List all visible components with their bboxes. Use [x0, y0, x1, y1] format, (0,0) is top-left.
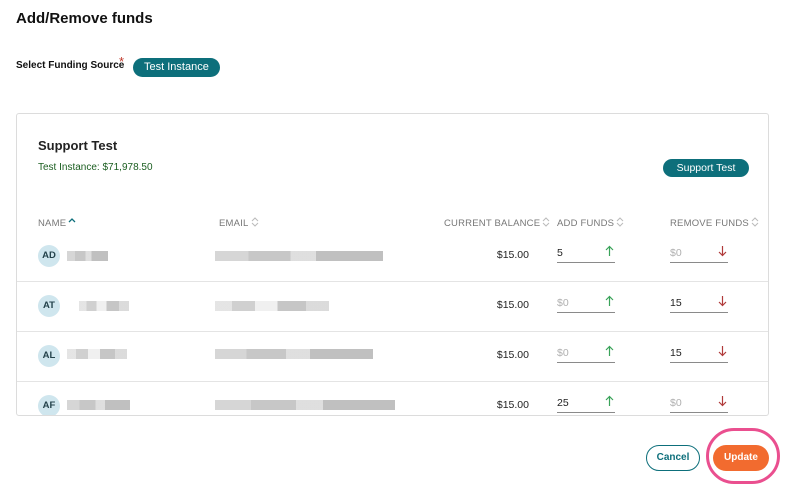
card-badge: Support Test	[663, 159, 749, 177]
remove-funds-value: $0	[670, 397, 682, 409]
avatar: AL	[38, 345, 60, 367]
current-balance: $15.00	[496, 399, 529, 411]
add-funds-value: 25	[557, 397, 569, 409]
avatar: AD	[38, 245, 60, 267]
header-balance[interactable]: CURRENT BALANCE	[444, 217, 550, 229]
header-add-label: ADD FUNDS	[557, 218, 615, 229]
sort-icon	[251, 217, 258, 227]
table-row: AD $15.00 5 $0	[17, 232, 768, 282]
arrow-down-icon	[718, 346, 727, 357]
arrow-up-icon	[605, 295, 614, 306]
arrow-up-icon	[605, 245, 614, 256]
current-balance: $15.00	[496, 299, 529, 311]
table-row: AT $15.00 $0 15	[17, 282, 768, 332]
update-button[interactable]: Update	[713, 445, 769, 471]
arrow-up-icon	[605, 395, 614, 406]
remove-funds-input[interactable]: $0	[670, 395, 728, 413]
arrow-down-icon	[718, 396, 727, 407]
redacted-name	[67, 349, 127, 359]
remove-funds-input[interactable]: 15	[670, 345, 728, 363]
add-funds-input[interactable]: 5	[557, 245, 615, 263]
current-balance: $15.00	[496, 249, 529, 261]
redacted-name	[67, 400, 130, 410]
add-funds-input[interactable]: $0	[557, 345, 615, 363]
arrow-down-icon	[718, 246, 727, 257]
add-funds-value: 5	[557, 247, 563, 259]
sort-icon	[751, 217, 759, 227]
funding-source-label: Select Funding Source	[16, 60, 125, 71]
header-email[interactable]: EMAIL	[219, 217, 259, 229]
sort-asc-icon	[68, 218, 76, 223]
sort-icon	[542, 217, 550, 227]
redacted-email	[215, 349, 373, 359]
add-funds-input[interactable]: 25	[557, 395, 615, 413]
funds-card: Support Test Test Instance: $71,978.50 S…	[16, 113, 769, 416]
arrow-down-icon	[718, 296, 727, 307]
arrow-up-icon	[605, 345, 614, 356]
table-row: AL $15.00 $0 15	[17, 332, 768, 382]
header-add-funds[interactable]: ADD FUNDS	[557, 217, 624, 229]
redacted-email	[215, 301, 329, 311]
header-name-label: NAME	[38, 218, 67, 229]
remove-funds-input[interactable]: 15	[670, 295, 728, 313]
remove-funds-input[interactable]: $0	[670, 245, 728, 263]
remove-funds-value: $0	[670, 247, 682, 259]
redacted-email	[215, 251, 383, 261]
avatar: AF	[38, 395, 60, 415]
cancel-button[interactable]: Cancel	[646, 445, 700, 471]
add-funds-value: $0	[557, 297, 569, 309]
redacted-name	[67, 251, 108, 261]
header-email-label: EMAIL	[219, 218, 249, 229]
header-balance-label: CURRENT BALANCE	[444, 218, 541, 229]
redacted-name	[79, 301, 129, 311]
remove-funds-value: 15	[670, 347, 682, 359]
sort-icon	[616, 217, 624, 227]
remove-funds-value: 15	[670, 297, 682, 309]
card-balance: Test Instance: $71,978.50	[38, 162, 153, 173]
header-remove-label: REMOVE FUNDS	[670, 218, 749, 229]
page-title: Add/Remove funds	[16, 10, 153, 27]
redacted-email	[215, 400, 395, 410]
header-name[interactable]: NAME	[38, 217, 76, 229]
add-funds-input[interactable]: $0	[557, 295, 615, 313]
table-row: AF $15.00 25 $0	[17, 382, 768, 415]
current-balance: $15.00	[496, 349, 529, 361]
card-title: Support Test	[38, 138, 118, 153]
add-funds-value: $0	[557, 347, 569, 359]
required-indicator: *	[119, 54, 125, 69]
avatar: AT	[38, 295, 60, 317]
funding-source-chip[interactable]: Test Instance	[133, 58, 220, 77]
header-remove-funds[interactable]: REMOVE FUNDS	[670, 217, 759, 229]
